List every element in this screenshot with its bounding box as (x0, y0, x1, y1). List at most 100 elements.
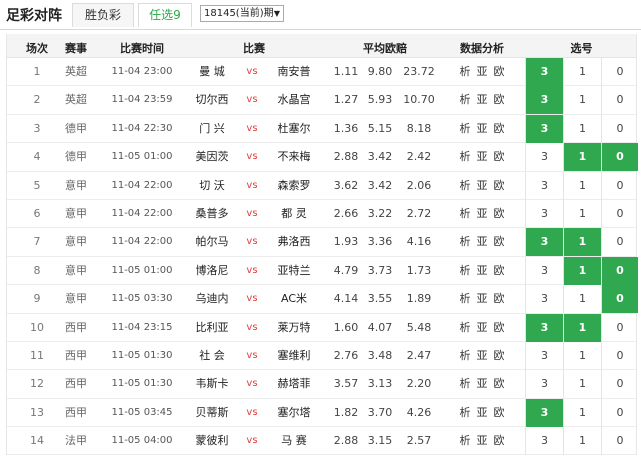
euro-odds-link[interactable]: 欧 (494, 235, 505, 248)
pick-3-button[interactable]: 3 (525, 143, 563, 172)
pick-1-button[interactable]: 1 (563, 171, 601, 200)
row-odds-lose: 4.16 (406, 235, 432, 249)
pick-1-button[interactable]: 1 (563, 341, 601, 370)
row-home-team: 切尔西 (195, 93, 229, 107)
asian-odds-link[interactable]: 亚 (477, 349, 488, 362)
analysis-link[interactable]: 析 (460, 434, 471, 447)
asian-odds-link[interactable]: 亚 (477, 93, 488, 106)
pick-0-button[interactable]: 0 (601, 58, 638, 86)
pick-0-button[interactable]: 0 (601, 199, 638, 228)
pick-3-button[interactable]: 3 (525, 341, 563, 370)
pick-0-button[interactable]: 0 (601, 228, 638, 257)
pick-1-button[interactable]: 1 (563, 285, 601, 314)
analysis-link[interactable]: 析 (460, 150, 471, 163)
analysis-link[interactable]: 析 (460, 93, 471, 106)
header-odds: 平均欧赔 (363, 42, 407, 55)
euro-odds-link[interactable]: 欧 (494, 349, 505, 362)
pick-0-button[interactable]: 0 (601, 398, 638, 427)
pick-0-button[interactable]: 0 (601, 86, 638, 115)
asian-odds-link[interactable]: 亚 (477, 179, 488, 192)
row-away-team: 南安普 (277, 65, 311, 78)
analysis-link[interactable]: 析 (460, 235, 471, 248)
pick-3-button[interactable]: 3 (525, 171, 563, 200)
pick-1-button[interactable]: 1 (563, 370, 601, 399)
pick-0-button[interactable]: 0 (601, 143, 638, 172)
asian-odds-link[interactable]: 亚 (477, 122, 488, 135)
euro-odds-link[interactable]: 欧 (494, 179, 505, 192)
row-odds-draw: 3.36 (367, 235, 393, 249)
asian-odds-link[interactable]: 亚 (477, 321, 488, 334)
pick-3-button[interactable]: 3 (525, 86, 563, 115)
analysis-link[interactable]: 析 (460, 179, 471, 192)
pick-1-button[interactable]: 1 (563, 114, 601, 143)
pick-0-button[interactable]: 0 (601, 370, 638, 399)
pick-3-button[interactable]: 3 (525, 313, 563, 342)
pick-1-button[interactable]: 1 (563, 143, 601, 172)
euro-odds-link[interactable]: 欧 (494, 292, 505, 305)
euro-odds-link[interactable]: 欧 (494, 377, 505, 390)
analysis-link[interactable]: 析 (460, 321, 471, 334)
euro-odds-link[interactable]: 欧 (494, 65, 505, 78)
period-value: 18145(当前)期 (204, 8, 274, 19)
asian-odds-link[interactable]: 亚 (477, 377, 488, 390)
pick-3-button[interactable]: 3 (525, 58, 563, 86)
analysis-link[interactable]: 析 (460, 292, 471, 305)
pick-3-button[interactable]: 3 (525, 398, 563, 427)
tab-shengfucai[interactable]: 胜负彩 (72, 3, 134, 27)
asian-odds-link[interactable]: 亚 (477, 207, 488, 220)
pick-0-button[interactable]: 0 (601, 285, 638, 314)
pick-0-button[interactable]: 0 (601, 341, 638, 370)
pick-3-button[interactable]: 3 (525, 114, 563, 143)
pick-0-button[interactable]: 0 (601, 313, 638, 342)
analysis-link[interactable]: 析 (460, 207, 471, 220)
pick-0-button[interactable]: 0 (601, 256, 638, 285)
analysis-link[interactable]: 析 (460, 406, 471, 419)
pick-3-button[interactable]: 3 (525, 370, 563, 399)
pick-1-button[interactable]: 1 (563, 256, 601, 285)
tab-renxuan9[interactable]: 任选9 (138, 3, 192, 27)
asian-odds-link[interactable]: 亚 (477, 434, 488, 447)
euro-odds-link[interactable]: 欧 (494, 434, 505, 447)
asian-odds-link[interactable]: 亚 (477, 235, 488, 248)
euro-odds-link[interactable]: 欧 (494, 321, 505, 334)
row-index: 9 (33, 292, 41, 306)
pick-1-button[interactable]: 1 (563, 199, 601, 228)
row-league: 意甲 (65, 235, 87, 249)
analysis-link[interactable]: 析 (460, 122, 471, 135)
analysis-link[interactable]: 析 (460, 264, 471, 277)
euro-odds-link[interactable]: 欧 (494, 93, 505, 106)
pick-3-button[interactable]: 3 (525, 228, 563, 257)
pick-1-button[interactable]: 1 (563, 427, 601, 456)
analysis-link[interactable]: 析 (460, 349, 471, 362)
asian-odds-link[interactable]: 亚 (477, 292, 488, 305)
row-odds-win: 1.93 (333, 235, 359, 249)
pick-1-button[interactable]: 1 (563, 58, 601, 86)
pick-0-button[interactable]: 0 (601, 427, 638, 456)
pick-0-button[interactable]: 0 (601, 114, 638, 143)
asian-odds-link[interactable]: 亚 (477, 150, 488, 163)
pick-3-button[interactable]: 3 (525, 285, 563, 314)
euro-odds-link[interactable]: 欧 (494, 264, 505, 277)
row-index: 5 (33, 178, 41, 192)
pick-0-button[interactable]: 0 (601, 171, 638, 200)
table-row: 8 意甲 11-05 01:00 博洛尼 vs 亚特兰 4.79 3.73 1.73 析亚欧 3 1 0 (7, 256, 638, 286)
pick-1-button[interactable]: 1 (563, 86, 601, 115)
euro-odds-link[interactable]: 欧 (494, 406, 505, 419)
pick-1-button[interactable]: 1 (563, 398, 601, 427)
period-select[interactable]: 18145(当前)期 ▼ (200, 5, 284, 22)
asian-odds-link[interactable]: 亚 (477, 65, 488, 78)
pick-1-button[interactable]: 1 (563, 228, 601, 257)
analysis-link[interactable]: 析 (460, 377, 471, 390)
row-vs: vs (246, 435, 258, 447)
euro-odds-link[interactable]: 欧 (494, 150, 505, 163)
asian-odds-link[interactable]: 亚 (477, 264, 488, 277)
pick-3-button[interactable]: 3 (525, 199, 563, 228)
row-odds-lose: 2.72 (406, 206, 432, 220)
pick-3-button[interactable]: 3 (525, 427, 563, 456)
euro-odds-link[interactable]: 欧 (494, 122, 505, 135)
analysis-link[interactable]: 析 (460, 65, 471, 78)
pick-3-button[interactable]: 3 (525, 256, 563, 285)
pick-1-button[interactable]: 1 (563, 313, 601, 342)
asian-odds-link[interactable]: 亚 (477, 406, 488, 419)
euro-odds-link[interactable]: 欧 (494, 207, 505, 220)
